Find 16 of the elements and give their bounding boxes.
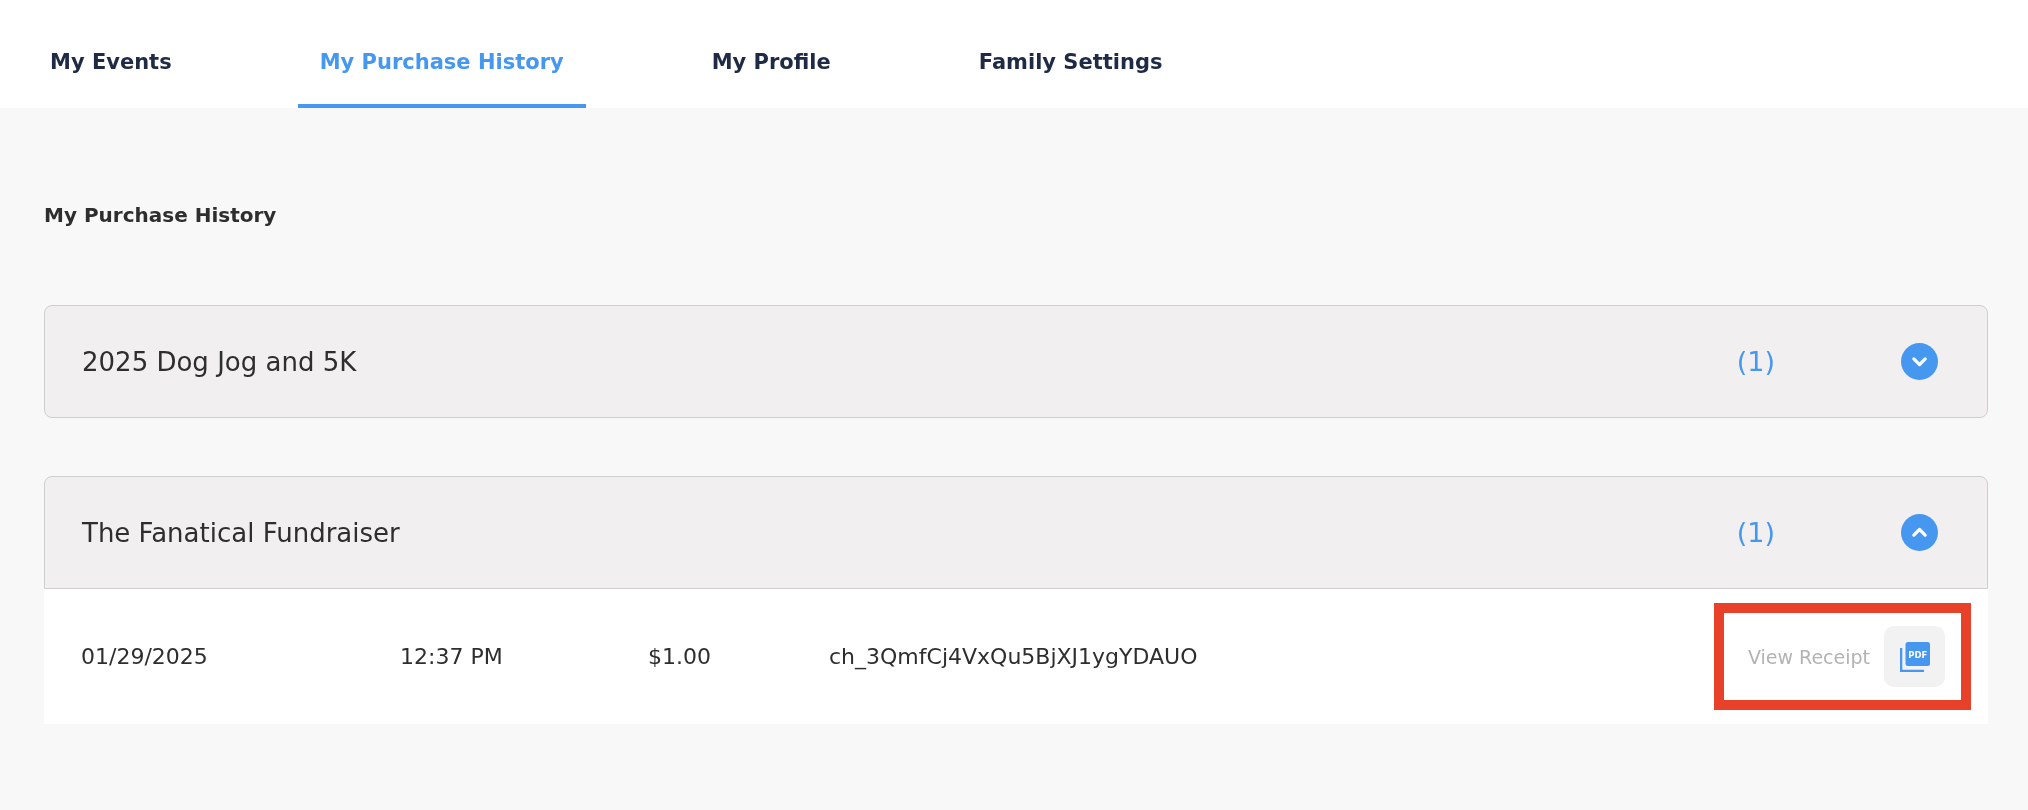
charge-id-cell-text: ch_3QmfCj4VxQu5BjXJ1ygYDAUO — [829, 644, 1199, 669]
amount-cell-text: $1.00 — [648, 644, 712, 669]
tab[interactable]: My Profile — [689, 0, 853, 108]
event-title: 2025 Dog Jog and 5K — [82, 346, 358, 377]
accordion-header[interactable]: The Fanatical Fundraiser (1) — [44, 476, 1988, 589]
tab[interactable]: My Events — [28, 0, 194, 108]
time-cell-text: 12:37 PM — [400, 644, 504, 669]
chevron-up-icon[interactable] — [1901, 514, 1938, 551]
accordion-header[interactable]: 2025 Dog Jog and 5K (1) — [44, 305, 1988, 418]
page-heading: My Purchase History — [44, 202, 278, 229]
item-count: (1) — [1736, 346, 1775, 377]
event-title: The Fanatical Fundraiser — [82, 517, 401, 548]
date-cell-text: 01/29/2025 — [81, 644, 209, 669]
tab[interactable]: Family Settings — [956, 0, 1185, 108]
item-count: (1) — [1736, 517, 1775, 548]
chevron-down-icon[interactable] — [1901, 343, 1938, 380]
